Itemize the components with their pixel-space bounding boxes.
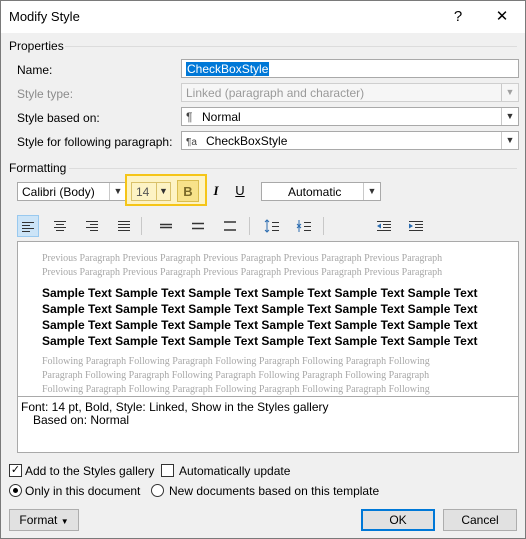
- following-style-value: CheckBoxStyle: [206, 134, 288, 148]
- radio-selected-dot: [13, 488, 18, 493]
- align-center-icon: [54, 221, 66, 231]
- increase-spacing-button[interactable]: [261, 215, 283, 237]
- linked-style-icon: ¶a: [186, 137, 197, 148]
- following-style-select[interactable]: ¶a CheckBoxStyle ▼: [181, 131, 519, 150]
- single-spacing-button[interactable]: [155, 215, 177, 237]
- style-type-select[interactable]: Linked (paragraph and character) ▼: [181, 83, 519, 102]
- style-description: Font: 14 pt, Bold, Style: Linked, Show i…: [17, 397, 519, 453]
- formatting-heading: Formatting: [9, 161, 67, 175]
- new-documents-radio[interactable]: [151, 484, 164, 497]
- dropdown-arrow-icon: ▼: [60, 517, 69, 526]
- style-type-label: Style type:: [17, 87, 74, 101]
- add-to-gallery-label: Add to the Styles gallery: [25, 464, 155, 478]
- align-left-button[interactable]: [17, 215, 39, 237]
- title-bar: Modify Style ? ✕: [1, 1, 525, 33]
- style-preview: Previous Paragraph Previous Paragraph Pr…: [17, 241, 519, 397]
- based-on-select[interactable]: ¶ Normal ▼: [181, 107, 519, 126]
- justify-icon: [118, 221, 130, 231]
- font-color-select[interactable]: Automatic ▼: [261, 182, 381, 201]
- description-line-2: Based on: Normal: [33, 413, 130, 427]
- based-on-label: Style based on:: [17, 111, 100, 125]
- italic-button[interactable]: I: [205, 180, 227, 202]
- align-right-button[interactable]: [81, 215, 103, 237]
- window-title: Modify Style: [9, 9, 80, 24]
- only-this-document-radio[interactable]: [9, 484, 22, 497]
- bold-button[interactable]: B: [177, 180, 199, 202]
- align-center-button[interactable]: [49, 215, 71, 237]
- toolbar-separator: [323, 217, 324, 235]
- previous-paragraph-text: Previous Paragraph Previous Paragraph Pr…: [42, 253, 443, 278]
- one-half-spacing-button[interactable]: [187, 215, 209, 237]
- name-value: CheckBoxStyle: [186, 62, 270, 76]
- toolbar-separator: [249, 217, 250, 235]
- modify-style-dialog: Modify Style ? ✕ Properties Name: CheckB…: [0, 0, 526, 539]
- paragraph-icon: ¶: [186, 110, 193, 124]
- chevron-down-icon: ▼: [156, 183, 170, 200]
- new-documents-label: New documents based on this template: [169, 484, 380, 498]
- chevron-down-icon: ▼: [501, 132, 518, 149]
- justify-button[interactable]: [113, 215, 135, 237]
- formatting-divider: [69, 168, 517, 169]
- font-select[interactable]: Calibri (Body) ▼: [17, 182, 127, 201]
- font-size-value: 14: [136, 185, 150, 199]
- chevron-down-icon: ▼: [501, 84, 518, 101]
- align-left-icon: [22, 222, 34, 232]
- auto-update-checkbox[interactable]: [161, 464, 174, 477]
- font-color-value: Automatic: [288, 185, 342, 199]
- decrease-spacing-icon: [296, 220, 311, 232]
- close-button[interactable]: ✕: [482, 1, 522, 33]
- double-spacing-button[interactable]: [219, 215, 241, 237]
- font-size-select[interactable]: 14 ▼: [131, 182, 171, 201]
- properties-divider: [65, 46, 517, 47]
- underline-button[interactable]: U: [229, 180, 251, 202]
- auto-update-label: Automatically update: [179, 464, 291, 478]
- decrease-indent-button[interactable]: [373, 215, 395, 237]
- align-right-icon: [86, 221, 98, 231]
- format-button[interactable]: Format ▼: [9, 509, 79, 531]
- format-button-label: Format: [19, 513, 58, 527]
- name-field[interactable]: CheckBoxStyle: [181, 59, 519, 78]
- toolbar-separator: [141, 217, 142, 235]
- chevron-down-icon: ▼: [363, 183, 380, 200]
- following-style-label: Style for following paragraph:: [17, 135, 173, 149]
- add-to-gallery-checkbox[interactable]: ✓: [9, 464, 22, 477]
- based-on-value: Normal: [202, 110, 241, 124]
- cancel-button[interactable]: Cancel: [443, 509, 517, 531]
- name-label: Name:: [17, 63, 53, 77]
- increase-indent-button[interactable]: [405, 215, 427, 237]
- ok-button[interactable]: OK: [361, 509, 435, 531]
- chevron-down-icon: ▼: [109, 183, 126, 200]
- only-this-document-label: Only in this document: [25, 484, 141, 498]
- style-type-value: Linked (paragraph and character): [186, 86, 365, 100]
- following-paragraph-text: Following Paragraph Following Paragraph …: [42, 356, 430, 395]
- increase-spacing-icon: [264, 219, 279, 233]
- double-spacing-icon: [224, 221, 236, 231]
- properties-heading: Properties: [9, 39, 64, 53]
- one-half-spacing-icon: [192, 222, 204, 230]
- increase-indent-icon: [409, 221, 423, 231]
- sample-text: Sample Text Sample Text Sample Text Samp…: [42, 286, 478, 348]
- decrease-spacing-button[interactable]: [293, 215, 315, 237]
- font-value: Calibri (Body): [22, 185, 95, 199]
- decrease-indent-icon: [377, 221, 391, 231]
- single-spacing-icon: [160, 223, 172, 229]
- help-button[interactable]: ?: [438, 1, 478, 33]
- chevron-down-icon: ▼: [501, 108, 518, 125]
